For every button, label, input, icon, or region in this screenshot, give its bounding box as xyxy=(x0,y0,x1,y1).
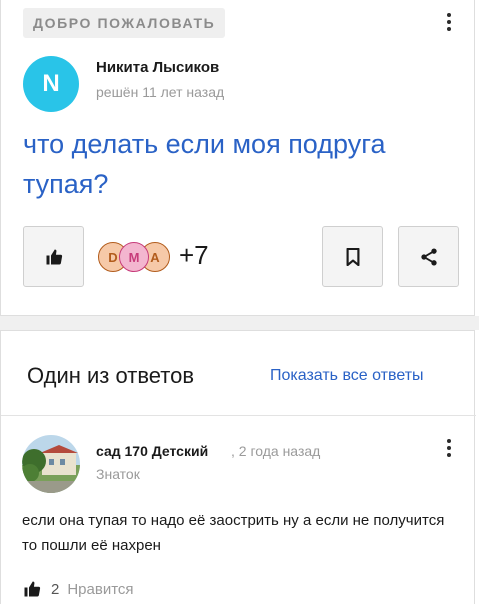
like-count: 2 xyxy=(51,580,60,598)
bookmark-button[interactable] xyxy=(322,226,383,287)
author-name[interactable]: Никита Лысиков xyxy=(96,59,219,76)
show-all-answers-link[interactable]: Показать все ответы xyxy=(270,367,424,385)
question-status: решён 11 лет назад xyxy=(96,84,225,100)
thumbs-up-icon xyxy=(46,249,62,264)
answer-author-rank: Знаток xyxy=(96,466,140,482)
more-vertical-icon[interactable] xyxy=(439,10,459,34)
answer-time: , 2 года назад xyxy=(231,443,321,459)
avatar[interactable]: N xyxy=(23,56,79,112)
answers-card: Один из ответов Показать все ответы сад … xyxy=(0,330,476,604)
divider xyxy=(1,415,476,416)
like-label: Нравится xyxy=(67,580,134,598)
reaction-more-count[interactable]: +7 xyxy=(179,240,209,271)
welcome-badge: ДОБРО ПОЖАЛОВАТЬ xyxy=(23,8,226,38)
question-card: ДОБРО ПОЖАЛОВАТЬ N Никита Лысиков решён … xyxy=(0,0,475,316)
avatar-photo xyxy=(22,435,80,493)
answer-text: если она тупая то надо её заострить ну а… xyxy=(22,512,445,554)
like-button[interactable] xyxy=(23,226,84,287)
bookmark-icon xyxy=(346,247,359,266)
answer-avatar[interactable] xyxy=(22,435,80,493)
thumbs-up-icon xyxy=(24,581,41,597)
answer-author[interactable]: сад 170 Детский xyxy=(96,443,208,459)
reaction-avatar: M xyxy=(119,242,149,272)
more-vertical-icon[interactable] xyxy=(439,436,459,460)
share-icon xyxy=(420,248,437,265)
section-gap xyxy=(0,316,479,330)
reaction-avatars: D M A xyxy=(98,242,170,272)
question-title[interactable]: что делать если моя подруга тупая? xyxy=(23,124,463,204)
answers-header: Один из ответов xyxy=(27,363,195,388)
answer-like-button[interactable]: 2 Нравится xyxy=(23,577,134,601)
share-button[interactable] xyxy=(398,226,459,287)
